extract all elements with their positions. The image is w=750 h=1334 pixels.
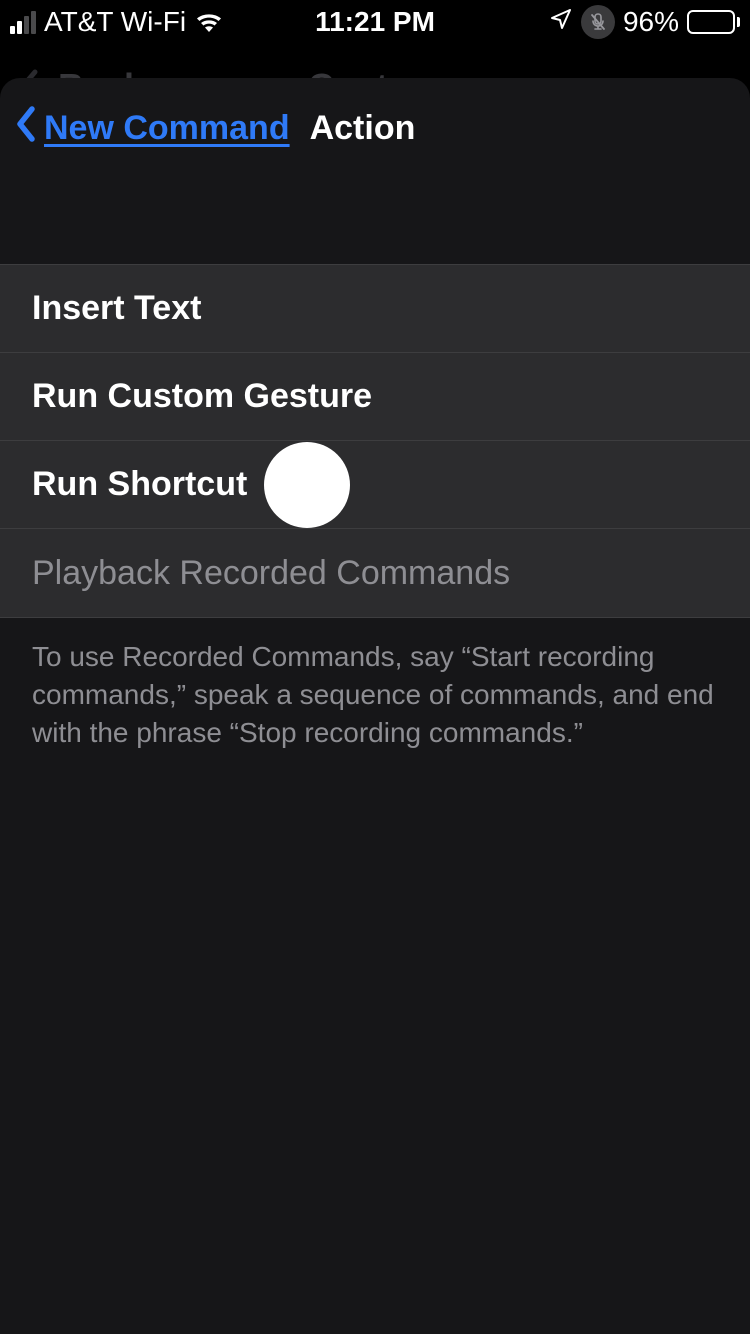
back-button[interactable]: New Command bbox=[14, 104, 290, 153]
option-label: Run Shortcut bbox=[32, 465, 247, 504]
option-run-shortcut[interactable]: Run Shortcut bbox=[0, 441, 750, 529]
action-list: Insert Text Run Custom Gesture Run Short… bbox=[0, 264, 750, 618]
status-time: 11:21 PM bbox=[315, 6, 435, 38]
wifi-icon bbox=[194, 11, 224, 33]
status-right: 96% bbox=[435, 5, 740, 39]
status-left: AT&T Wi-Fi bbox=[10, 6, 315, 38]
battery-icon bbox=[687, 10, 740, 34]
microphone-muted-icon bbox=[581, 5, 615, 39]
sheet-nav: New Command Action bbox=[0, 78, 750, 178]
battery-percent: 96% bbox=[623, 6, 679, 38]
chevron-left-icon bbox=[14, 104, 38, 153]
location-icon bbox=[549, 6, 573, 38]
option-label: Insert Text bbox=[32, 289, 201, 328]
cellular-signal-icon bbox=[10, 11, 36, 34]
option-insert-text[interactable]: Insert Text bbox=[0, 265, 750, 353]
carrier-label: AT&T Wi-Fi bbox=[44, 6, 186, 38]
status-bar: AT&T Wi-Fi 11:21 PM 96% bbox=[0, 0, 750, 44]
option-playback-recorded-commands: Playback Recorded Commands bbox=[0, 529, 750, 617]
footer-hint: To use Recorded Commands, say “Start rec… bbox=[0, 618, 750, 771]
option-label: Playback Recorded Commands bbox=[32, 554, 510, 593]
back-button-label: New Command bbox=[44, 109, 290, 148]
option-run-custom-gesture[interactable]: Run Custom Gesture bbox=[0, 353, 750, 441]
option-label: Run Custom Gesture bbox=[32, 377, 372, 416]
page-title: Action bbox=[310, 109, 416, 148]
action-sheet: New Command Action Insert Text Run Custo… bbox=[0, 78, 750, 1334]
